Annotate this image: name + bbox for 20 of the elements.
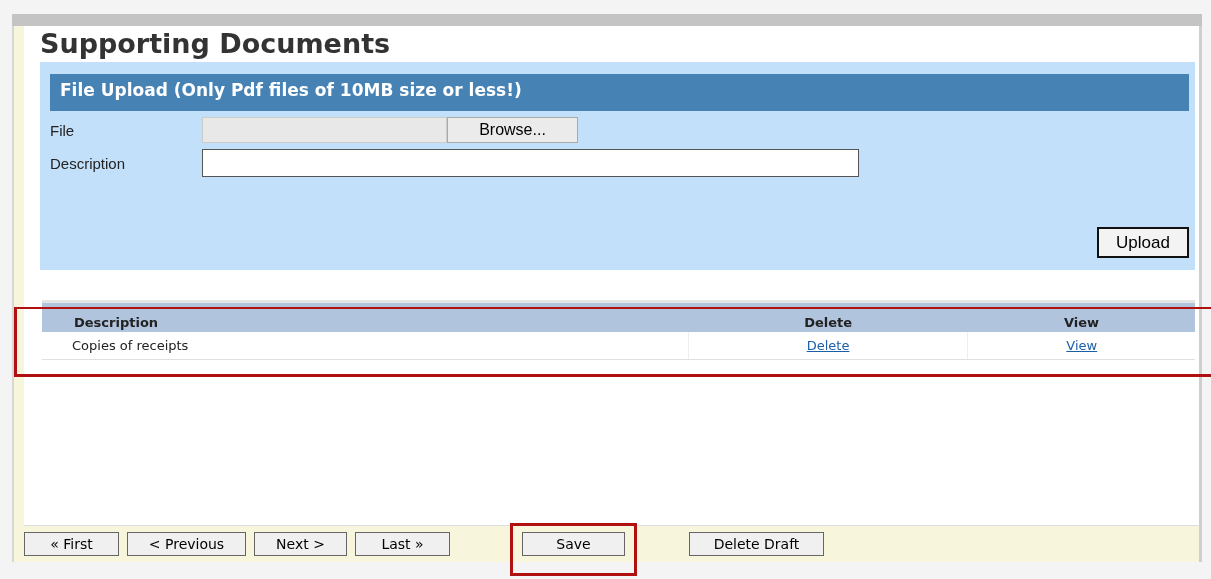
description-field[interactable] — [202, 149, 859, 177]
nav-button[interactable]: Next > — [254, 532, 347, 556]
column-header: View — [967, 301, 1195, 332]
file-label: File — [50, 121, 76, 139]
column-header: Delete — [688, 301, 968, 332]
nav-button[interactable]: Delete Draft — [689, 532, 824, 556]
column-header: Description — [42, 301, 689, 332]
page-title: Supporting Documents — [39, 27, 392, 61]
nav-button[interactable]: Save — [522, 532, 625, 556]
nav-button[interactable]: < Previous — [127, 532, 246, 556]
browse-button[interactable]: Browse... — [447, 117, 578, 143]
nav-button[interactable]: Last » — [355, 532, 450, 556]
upload-header: File Upload (Only Pdf files of 10MB size or less!) — [50, 74, 1189, 111]
table-cell: Copies of receipts — [42, 332, 689, 360]
file-field[interactable] — [202, 117, 447, 143]
view-link[interactable]: View — [1066, 338, 1098, 353]
nav-button[interactable]: « First — [24, 532, 119, 556]
upload-button[interactable]: Upload — [1097, 227, 1189, 258]
delete-link[interactable]: Delete — [806, 338, 850, 353]
description-label: Description — [50, 154, 127, 172]
